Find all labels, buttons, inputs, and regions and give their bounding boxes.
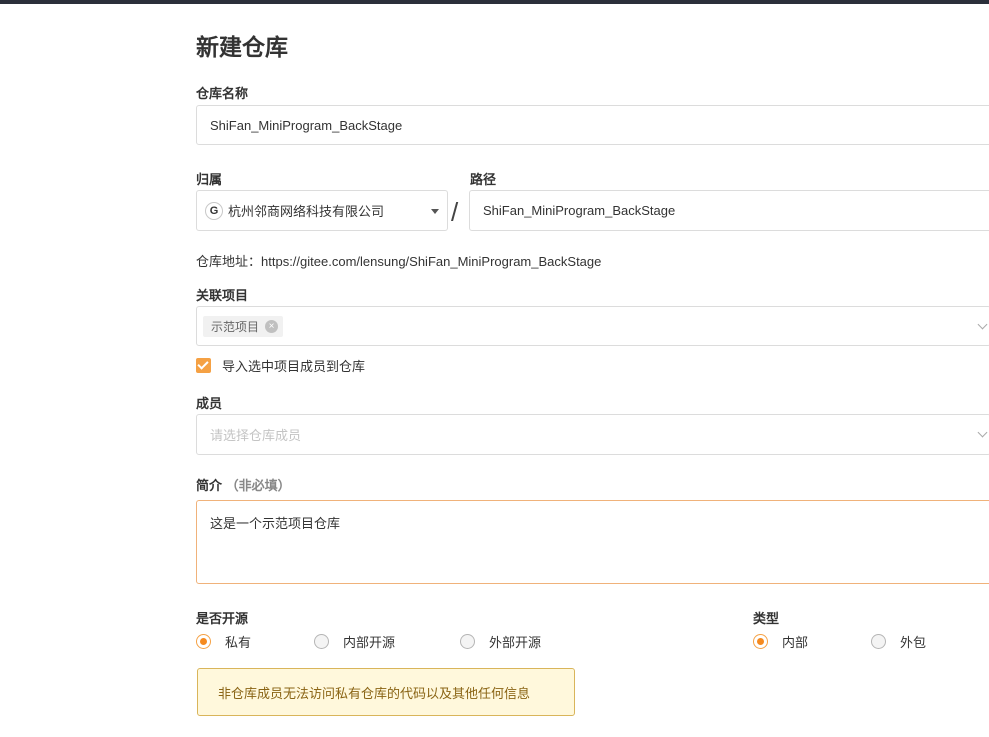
caret-down-icon — [431, 209, 439, 214]
radio-type-internal[interactable] — [753, 634, 768, 649]
owner-select[interactable]: G 杭州邻商网络科技有限公司 — [196, 190, 448, 231]
description-textarea[interactable]: 这是一个示范项目仓库 — [196, 500, 989, 584]
path-label: 路径 — [470, 172, 497, 187]
import-members-option[interactable]: 导入选中项目成员到仓库 — [196, 356, 365, 375]
chevron-down-icon — [977, 319, 988, 330]
type-option-internal[interactable]: 内部 — [753, 632, 808, 651]
chevron-down-icon — [977, 427, 988, 438]
open-source-option-external[interactable]: 外部开源 — [460, 632, 541, 651]
open-source-option-internal[interactable]: 内部开源 — [314, 632, 395, 651]
radio-external-open-label: 外部开源 — [489, 635, 542, 650]
repo-address-prefix: 仓库地址： — [196, 254, 262, 269]
repo-name-input[interactable]: ShiFan_MiniProgram_BackStage — [196, 105, 989, 145]
description-label: 简介 — [196, 478, 223, 493]
project-label: 关联项目 — [196, 288, 249, 303]
private-repo-notice: 非仓库成员无法访问私有仓库的代码以及其他任何信息 — [197, 668, 575, 716]
project-tag-label: 示范项目 — [211, 319, 260, 334]
members-label: 成员 — [196, 396, 223, 411]
owner-value: 杭州邻商网络科技有限公司 — [228, 204, 385, 219]
radio-private[interactable] — [196, 634, 211, 649]
radio-internal-open[interactable] — [314, 634, 329, 649]
type-label: 类型 — [753, 611, 780, 626]
page-title: 新建仓库 — [196, 34, 288, 60]
repo-address: 仓库地址：https://gitee.com/lensung/ShiFan_Mi… — [196, 251, 601, 270]
tag-remove-icon[interactable]: × — [265, 319, 279, 333]
description-optional-hint: （非必填） — [225, 478, 291, 493]
repo-name-value: ShiFan_MiniProgram_BackStage — [210, 117, 403, 133]
radio-internal-open-label: 内部开源 — [343, 635, 396, 650]
type-option-outsource[interactable]: 外包 — [871, 632, 926, 651]
radio-private-label: 私有 — [225, 635, 252, 650]
project-tag: 示范项目 × — [203, 315, 284, 337]
radio-type-internal-label: 内部 — [782, 635, 809, 650]
path-input[interactable]: ShiFan_MiniProgram_BackStage — [469, 190, 989, 231]
path-separator: / — [451, 197, 459, 227]
open-source-option-private[interactable]: 私有 — [196, 632, 251, 651]
owner-label: 归属 — [196, 172, 223, 187]
project-select[interactable]: 示范项目 × — [196, 306, 989, 346]
path-value: ShiFan_MiniProgram_BackStage — [483, 203, 676, 218]
import-members-checkbox[interactable] — [196, 358, 211, 373]
import-members-label: 导入选中项目成员到仓库 — [222, 359, 366, 374]
members-select[interactable]: 请选择仓库成员 — [196, 414, 989, 455]
radio-external-open[interactable] — [460, 634, 475, 649]
radio-type-outsource-label: 外包 — [900, 635, 927, 650]
open-source-label: 是否开源 — [196, 611, 249, 626]
top-navigation-bar — [0, 0, 989, 4]
gitee-org-icon: G — [205, 201, 223, 220]
members-placeholder: 请选择仓库成员 — [210, 428, 302, 443]
radio-type-outsource[interactable] — [871, 634, 886, 649]
description-label-row: 简介 （非必填） — [196, 475, 291, 494]
repo-name-label: 仓库名称 — [196, 86, 249, 101]
repo-address-url: https://gitee.com/lensung/ShiFan_MiniPro… — [261, 254, 602, 269]
